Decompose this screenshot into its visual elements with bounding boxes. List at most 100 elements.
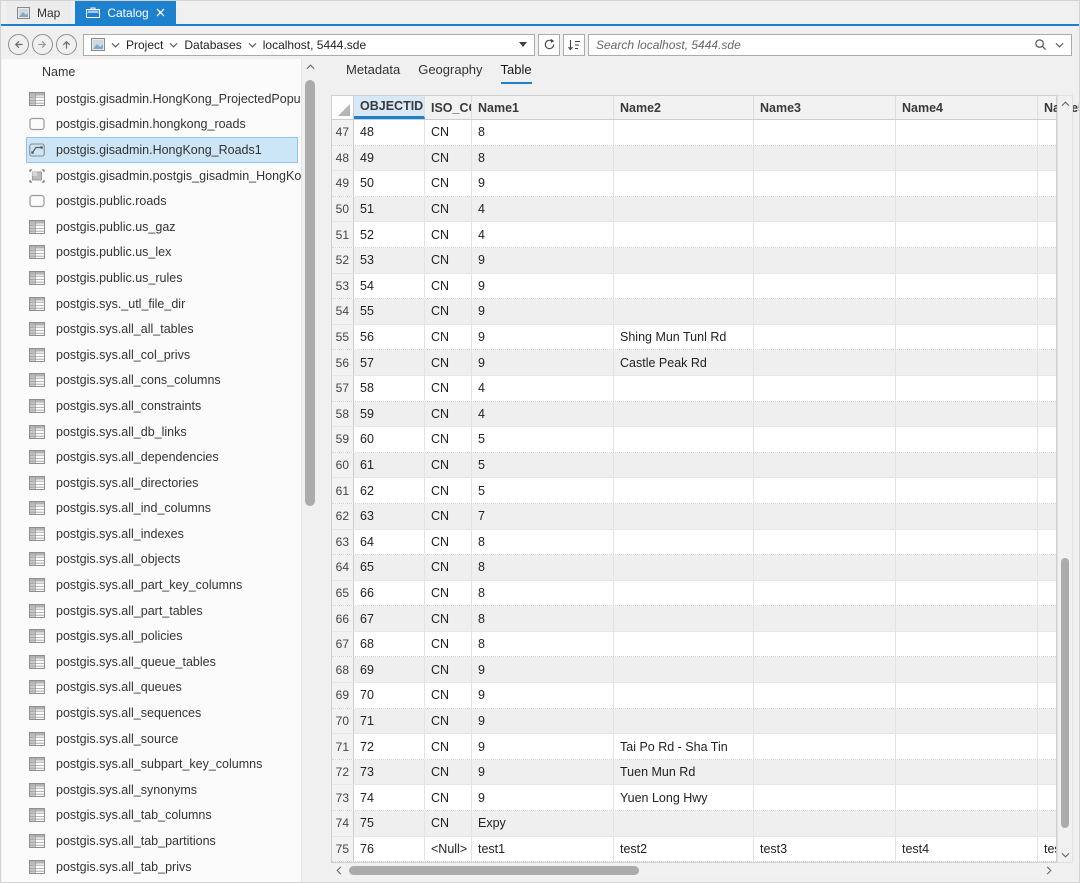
sidebar-item[interactable]: postgis.sys.all_subpart_key_columns (26, 751, 298, 777)
cell[interactable] (896, 785, 1038, 810)
row-number[interactable]: 60 (332, 453, 354, 478)
cell[interactable]: CN (425, 299, 472, 324)
cell[interactable] (896, 171, 1038, 196)
sidebar-item[interactable]: postgis.sys.all_part_key_columns (26, 572, 298, 598)
cell[interactable]: 52 (354, 222, 425, 247)
breadcrumb-project[interactable]: Project (126, 38, 178, 52)
cell[interactable] (1038, 120, 1056, 145)
cell[interactable] (614, 299, 754, 324)
cell[interactable] (754, 453, 896, 478)
cell[interactable] (896, 197, 1038, 222)
sidebar-item[interactable]: postgis.gisadmin.HongKong_ProjectedPopul… (26, 86, 298, 112)
cell[interactable]: CN (425, 325, 472, 350)
tab-table[interactable]: Table (501, 62, 532, 84)
cell[interactable] (896, 248, 1038, 273)
sidebar-item[interactable]: postgis.public.roads (26, 188, 298, 214)
cell[interactable] (754, 785, 896, 810)
row-number[interactable]: 74 (332, 811, 354, 836)
cell[interactable] (1038, 581, 1056, 606)
row-number[interactable]: 47 (332, 120, 354, 145)
cell[interactable] (896, 734, 1038, 759)
cell[interactable] (896, 657, 1038, 682)
cell[interactable]: 51 (354, 197, 425, 222)
cell[interactable]: test2 (614, 837, 754, 862)
cell[interactable] (1038, 606, 1056, 631)
cell[interactable]: 8 (472, 120, 614, 145)
forward-button[interactable] (32, 34, 53, 55)
cell[interactable] (754, 530, 896, 555)
cell[interactable]: 60 (354, 427, 425, 452)
cell[interactable]: CN (425, 146, 472, 171)
row-number[interactable]: 51 (332, 222, 354, 247)
cell[interactable] (754, 197, 896, 222)
cell[interactable] (1038, 504, 1056, 529)
cell[interactable] (1038, 632, 1056, 657)
cell[interactable] (1038, 325, 1056, 350)
cell[interactable]: CN (425, 632, 472, 657)
cell[interactable] (614, 453, 754, 478)
row-number[interactable]: 68 (332, 657, 354, 682)
cell[interactable] (1038, 555, 1056, 580)
row-number[interactable]: 65 (332, 581, 354, 606)
cell[interactable] (754, 734, 896, 759)
close-icon[interactable] (156, 8, 165, 17)
table-vscroll-thumb[interactable] (1061, 558, 1069, 828)
cell[interactable]: 53 (354, 248, 425, 273)
column-header[interactable]: Name3 (754, 96, 896, 119)
row-number[interactable]: 73 (332, 785, 354, 810)
sidebar-item[interactable]: postgis.sys.all_cons_columns (26, 368, 298, 394)
row-number[interactable]: 54 (332, 299, 354, 324)
cell[interactable] (896, 478, 1038, 503)
row-number[interactable]: 64 (332, 555, 354, 580)
cell[interactable] (754, 709, 896, 734)
cell[interactable]: Tuen Mun Rd (614, 760, 754, 785)
cell[interactable] (1038, 811, 1056, 836)
tab-geography[interactable]: Geography (418, 62, 482, 84)
column-header[interactable]: OBJECTID * (354, 96, 425, 119)
cell[interactable]: CN (425, 274, 472, 299)
magnifier-icon[interactable] (1034, 38, 1047, 51)
sidebar-item[interactable]: postgis.sys.all_queues (26, 675, 298, 701)
cell[interactable] (1038, 248, 1056, 273)
cell[interactable] (896, 427, 1038, 452)
cell[interactable]: 4 (472, 402, 614, 427)
cell[interactable]: 8 (472, 632, 614, 657)
cell[interactable] (614, 248, 754, 273)
cell[interactable] (754, 146, 896, 171)
cell[interactable]: test5 (1038, 837, 1056, 862)
cell[interactable] (1038, 222, 1056, 247)
breadcrumb-connection[interactable]: localhost, 5444.sde (263, 38, 366, 52)
cell[interactable] (614, 222, 754, 247)
cell[interactable]: 55 (354, 299, 425, 324)
cell[interactable]: Yuen Long Hwy (614, 785, 754, 810)
cell[interactable]: 9 (472, 657, 614, 682)
cell[interactable]: CN (425, 427, 472, 452)
cell[interactable]: 57 (354, 350, 425, 375)
cell[interactable]: CN (425, 657, 472, 682)
cell[interactable] (754, 811, 896, 836)
cell[interactable] (1038, 453, 1056, 478)
cell[interactable] (614, 402, 754, 427)
cell[interactable] (754, 325, 896, 350)
cell[interactable]: 75 (354, 811, 425, 836)
cell[interactable]: 5 (472, 478, 614, 503)
sidebar-item[interactable]: postgis.sys.all_sequences (26, 700, 298, 726)
cell[interactable]: CN (425, 555, 472, 580)
cell[interactable]: 66 (354, 581, 425, 606)
cell[interactable] (754, 657, 896, 682)
cell[interactable] (896, 453, 1038, 478)
cell[interactable]: 70 (354, 683, 425, 708)
tab-metadata[interactable]: Metadata (346, 62, 400, 84)
cell[interactable]: CN (425, 709, 472, 734)
cell[interactable]: 9 (472, 299, 614, 324)
sidebar-item[interactable]: postgis.sys.all_all_tables (26, 316, 298, 342)
row-number[interactable]: 71 (332, 734, 354, 759)
row-number[interactable]: 57 (332, 376, 354, 401)
table-horizontal-scrollbar[interactable] (331, 863, 1057, 878)
breadcrumb-databases[interactable]: Databases (184, 38, 256, 52)
cell[interactable] (614, 120, 754, 145)
cell[interactable]: test3 (754, 837, 896, 862)
sidebar-item[interactable]: postgis.sys.all_tab_partitions (26, 828, 298, 854)
cell[interactable] (754, 504, 896, 529)
row-number[interactable]: 48 (332, 146, 354, 171)
